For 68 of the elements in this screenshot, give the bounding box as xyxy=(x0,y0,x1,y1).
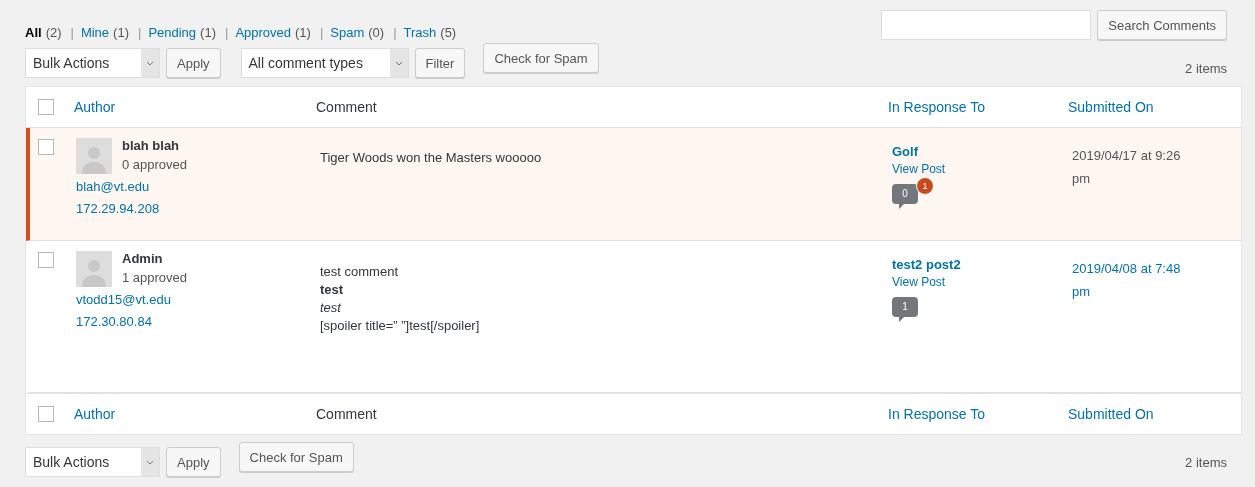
apply-button[interactable]: Apply xyxy=(166,447,221,477)
separator: | xyxy=(393,25,397,40)
row-checkbox[interactable] xyxy=(38,252,54,268)
submitted-date[interactable]: 2019/04/08 at 7:48 pm xyxy=(1072,257,1197,303)
separator: | xyxy=(319,25,324,40)
column-header[interactable]: In Response To xyxy=(888,99,1068,115)
author-email[interactable]: vtodd15@vt.edu xyxy=(76,290,320,309)
comment-text: [spoiler title=” ”]test[/spoiler] xyxy=(320,318,481,333)
comment-count-bubble[interactable]: 0 xyxy=(892,184,918,210)
filter-count: (1) xyxy=(295,25,311,40)
avatar-icon xyxy=(76,138,112,174)
select-all-checkbox[interactable] xyxy=(38,406,54,422)
separator: | xyxy=(138,25,142,40)
column-header[interactable]: Author xyxy=(74,99,316,115)
check-spam-button[interactable]: Check for Spam xyxy=(483,43,599,73)
filter-count: (5) xyxy=(440,25,457,40)
comment-type-select[interactable]: All comment types xyxy=(240,48,409,78)
filter-button[interactable]: Filter xyxy=(414,48,466,78)
separator: | xyxy=(225,25,229,40)
author-name: Admin xyxy=(122,251,164,266)
comment-count-bubble[interactable]: 1 xyxy=(892,297,918,323)
filter-link[interactable]: Approved xyxy=(235,25,292,40)
apply-button[interactable]: Apply xyxy=(166,48,221,78)
bulk-actions-select[interactable]: Bulk Actions xyxy=(25,447,160,477)
approved-count: 0 approved xyxy=(122,157,188,172)
filter-link[interactable]: Pending xyxy=(148,25,197,40)
filter-count: (1) xyxy=(113,25,129,40)
avatar-icon xyxy=(76,251,112,287)
item-count: 2 items xyxy=(1185,454,1227,470)
column-header[interactable]: Submitted On xyxy=(1068,99,1241,115)
caret-icon xyxy=(389,49,408,77)
author-name: blah blah xyxy=(122,138,181,153)
column-header[interactable]: In Response To xyxy=(888,406,1068,422)
post-link[interactable]: Golf xyxy=(892,144,1072,159)
pending-count-badge[interactable]: 1 xyxy=(916,177,934,195)
separator: | xyxy=(70,25,74,40)
filter-count: (2) xyxy=(45,25,62,40)
view-post-link[interactable]: View Post xyxy=(892,162,1072,176)
view-post-link[interactable]: View Post xyxy=(892,275,1072,289)
author-ip[interactable]: 172.29.94.208 xyxy=(76,199,320,218)
filter-link[interactable]: All xyxy=(25,25,42,40)
filter-link[interactable]: Mine xyxy=(80,25,110,40)
author-ip[interactable]: 172.30.80.84 xyxy=(76,312,320,331)
search-field[interactable] xyxy=(881,10,1092,40)
author-email[interactable]: blah@vt.edu xyxy=(76,177,320,196)
item-count: 2 items xyxy=(1185,61,1227,76)
caret-icon xyxy=(141,448,159,476)
filter-link[interactable]: Spam xyxy=(330,25,365,40)
comment-text: test xyxy=(320,282,345,297)
select-all-checkbox[interactable] xyxy=(38,99,54,115)
bulk-actions-select[interactable]: Bulk Actions xyxy=(25,48,160,78)
search-button[interactable]: Search Comments xyxy=(1097,10,1227,40)
check-spam-button[interactable]: Check for Spam xyxy=(238,442,354,472)
filter-link[interactable]: Trash xyxy=(403,25,437,40)
comment-text: test xyxy=(320,300,343,315)
comment-text: Tiger Woods won the Masters wooooo xyxy=(320,150,543,165)
filter-count: (1) xyxy=(200,25,216,40)
column-header[interactable]: Submitted On xyxy=(1068,406,1241,422)
comment-text: test comment xyxy=(320,264,400,279)
post-link[interactable]: test2 post2 xyxy=(892,257,1072,272)
column-header: Comment xyxy=(316,406,378,422)
caret-icon xyxy=(141,49,159,77)
submitted-date: 2019/04/17 at 9:26 pm xyxy=(1072,147,1182,188)
filter-count: (0) xyxy=(368,25,385,40)
column-header[interactable]: Author xyxy=(74,406,316,422)
column-header: Comment xyxy=(316,99,378,115)
approved-count: 1 approved xyxy=(122,270,188,285)
row-checkbox[interactable] xyxy=(38,139,54,155)
